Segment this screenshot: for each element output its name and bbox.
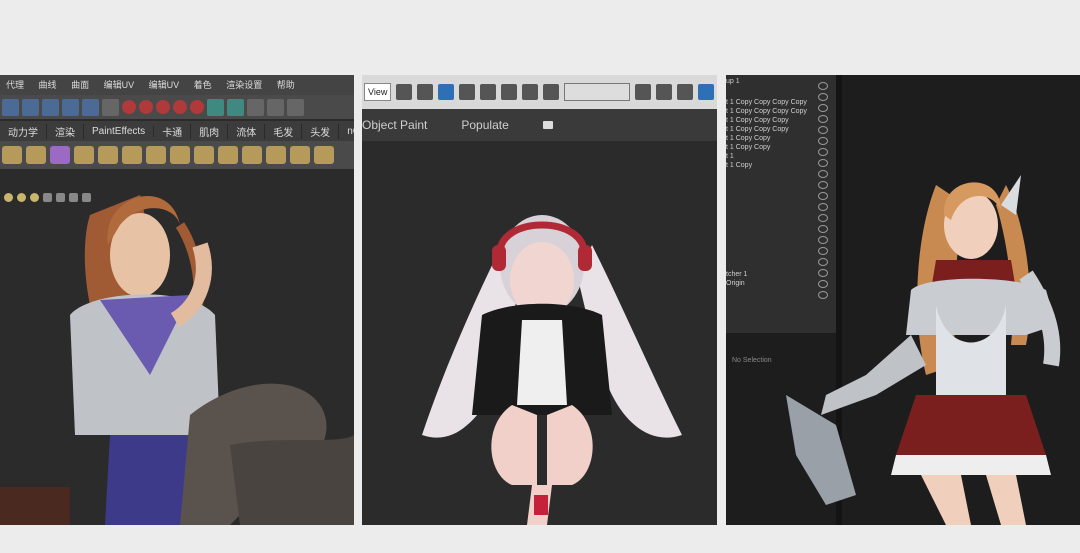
photoshop-screenshot-panel: up 1 t 1 Copy Copy Copy Copy t 1 Copy Co… xyxy=(726,75,1080,525)
maya-screenshot-panel: 代理 曲线 曲面 编辑UV 编辑UV 着色 渲染设置 帮助 动力学 渲染 Pai… xyxy=(0,75,354,525)
3dsmax-screenshot-panel: View Object Paint Populate xyxy=(362,75,717,525)
character-render-schoolgirl xyxy=(0,195,354,525)
character-render-headphones-girl xyxy=(422,215,682,525)
character-render-armored-knight xyxy=(786,175,1061,525)
